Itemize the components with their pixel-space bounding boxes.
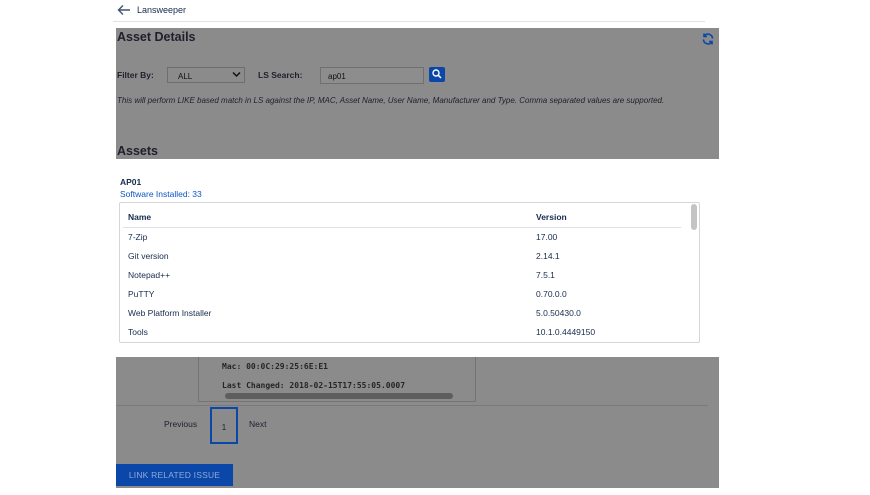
column-header-version: Version [536,212,567,222]
search-button[interactable] [429,67,445,82]
row-version: 10.1.0.4449150 [536,327,596,337]
next-page-link[interactable]: Next [249,419,266,429]
search-icon [432,69,442,79]
filter-by-value: ALL [178,72,193,81]
row-name: PuTTY [128,289,155,299]
previous-page-link[interactable]: Previous [164,419,197,429]
ls-search-label: LS Search: [258,70,303,80]
software-table [119,202,700,343]
row-name: Notepad++ [128,270,171,280]
refresh-icon[interactable] [701,32,715,46]
divider [116,405,708,406]
top-bar [113,0,705,22]
link-related-issue-button[interactable]: LINK RELATED ISSUE [116,464,233,486]
horizontal-scrollbar[interactable] [225,393,453,399]
row-version: 0.70.0.0 [536,289,567,299]
vertical-scrollbar[interactable] [691,204,697,230]
filter-by-label: Filter By: [117,70,154,80]
asset-details-title: Asset Details [117,30,196,44]
app-title: Lansweeper [137,5,187,15]
page-number-1[interactable]: 1 [210,407,238,444]
row-version: 7.5.1 [536,270,555,280]
row-name: Web Platform Installer [128,308,212,318]
column-header-name: Name [128,212,152,222]
chevron-down-icon [232,71,241,78]
page-number-label: 1 [221,423,227,432]
header-divider [123,227,681,228]
assets-heading: Assets [117,144,158,158]
mac-address-line: Mac: 00:0C:29:25:6E:E1 [222,362,328,371]
row-version: 2.14.1 [536,251,560,261]
row-version: 5.0.50430.0 [536,308,581,318]
row-name: 7-Zip [128,232,148,242]
arrow-left-icon[interactable] [117,4,131,16]
ls-search-value: ap01 [328,72,346,81]
asset-name: AP01 [120,177,142,187]
row-version: 17.00 [536,232,558,242]
search-description: This will perform LIKE based match in LS… [117,96,665,105]
software-installed-link[interactable]: Software Installed: 33 [120,189,202,199]
last-changed-line: Last Changed: 2018-02-15T17:55:05.0007 [222,381,406,390]
row-name: Git version [128,251,169,261]
row-name: Tools [128,327,148,337]
ls-search-input[interactable]: ap01 [320,67,424,84]
